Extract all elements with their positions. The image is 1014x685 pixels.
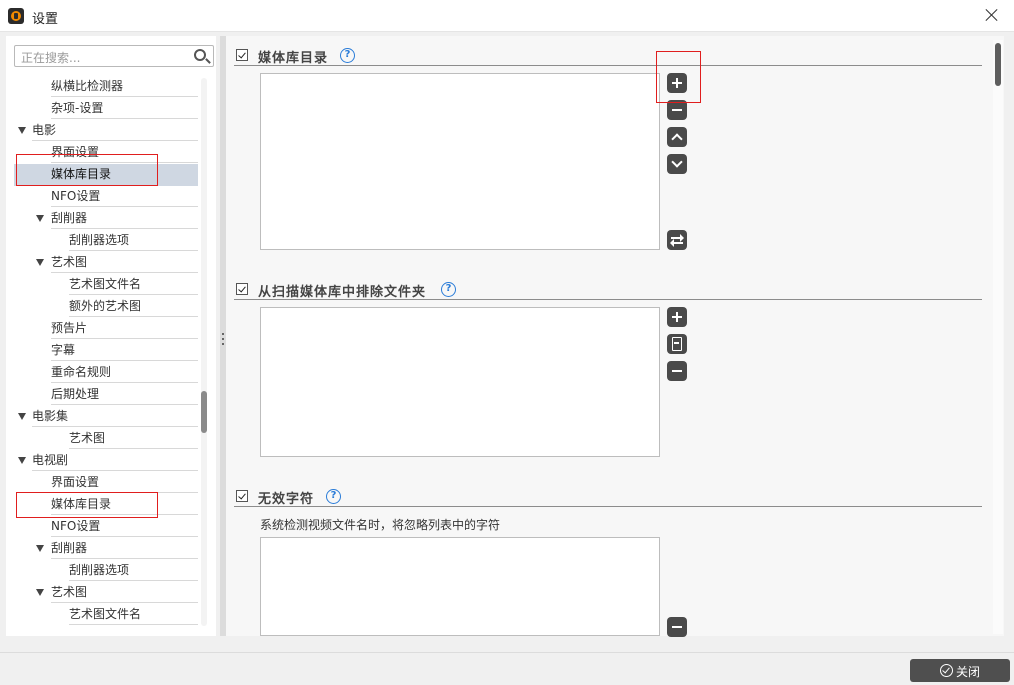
title-bar: 设置 — [0, 0, 1014, 32]
tree-item[interactable]: 界面设置 — [51, 472, 198, 494]
remove-button[interactable] — [667, 361, 687, 381]
tree-item[interactable]: 额外的艺术图 — [69, 296, 198, 318]
media-dirs-list[interactable] — [260, 73, 660, 250]
tree-item[interactable]: NFO设置 — [51, 186, 198, 208]
section-bad-words-header: 无效字符 ? — [234, 487, 982, 507]
tree-item-tv-show[interactable]: 电视剧 — [32, 450, 198, 472]
tree-item[interactable]: 艺术图 — [51, 252, 198, 274]
expand-triangle-icon[interactable] — [36, 589, 44, 596]
app-logo-icon — [8, 8, 24, 24]
search-input[interactable]: 正在搜索... — [14, 45, 214, 67]
exchange-button[interactable] — [667, 230, 687, 250]
collapse-checkbox[interactable] — [236, 49, 248, 61]
tree-item-movie[interactable]: 电影 — [32, 120, 198, 142]
move-down-button[interactable] — [667, 154, 687, 174]
help-icon[interactable]: ? — [441, 282, 456, 297]
tree-item[interactable]: 字幕 — [51, 340, 198, 362]
expand-triangle-icon[interactable] — [36, 545, 44, 552]
bad-words-description: 系统检测视频文件名时，将忽略列表中的字符 — [260, 518, 501, 532]
exclude-folders-list[interactable] — [260, 307, 660, 457]
settings-tree: 纵横比检测器 杂项-设置 电影 界面设置 媒体库目录 NFO设置 刮削器 刮削器… — [14, 76, 198, 628]
bad-words-list[interactable] — [260, 537, 660, 636]
expand-triangle-icon[interactable] — [36, 215, 44, 222]
tree-item[interactable]: 预告片 — [51, 318, 198, 340]
tree-item[interactable]: 刮削器选项 — [69, 230, 198, 252]
splitter-grip-dot — [222, 338, 224, 340]
tree-item-tv-media-dirs[interactable]: 媒体库目录 — [51, 494, 198, 516]
collapse-checkbox[interactable] — [236, 490, 248, 502]
remove-button[interactable] — [667, 617, 687, 637]
tree-item[interactable]: 刮削器 — [51, 538, 198, 560]
tree-item[interactable]: 后期处理 — [51, 384, 198, 406]
window-title: 设置 — [32, 12, 59, 27]
collapse-checkbox[interactable] — [236, 283, 248, 295]
remove-button[interactable] — [667, 100, 687, 120]
tree-item-movie-set[interactable]: 电影集 — [32, 406, 198, 428]
help-icon[interactable]: ? — [326, 489, 341, 504]
add-file-button[interactable] — [667, 334, 687, 354]
tree-item[interactable]: 杂项-设置 — [51, 98, 198, 120]
expand-triangle-icon[interactable] — [36, 259, 44, 266]
move-up-button[interactable] — [667, 127, 687, 147]
add-button[interactable] — [667, 73, 687, 93]
expand-triangle-icon[interactable] — [18, 457, 26, 464]
close-icon[interactable] — [984, 7, 1000, 23]
check-circle-icon — [940, 664, 953, 677]
tree-item[interactable]: 艺术图 — [51, 582, 198, 604]
section-media-dirs-header: 媒体库目录 ? — [234, 46, 982, 66]
tree-item[interactable]: 刮削器选项 — [69, 560, 198, 582]
tree-item-movie-media-dirs[interactable]: 媒体库目录 — [14, 164, 198, 186]
tree-item[interactable]: 艺术图文件名 — [69, 604, 198, 626]
sidebar-scrollbar[interactable] — [201, 78, 207, 626]
content-scrollbar[interactable] — [993, 40, 1003, 634]
settings-content: 媒体库目录 ? 从扫描媒体库中排除文件夹 ? 无效字符 ? 系统检测视频文件名时… — [226, 36, 1004, 637]
tree-item[interactable]: 刮削器 — [51, 208, 198, 230]
add-button[interactable] — [667, 307, 687, 327]
close-button[interactable]: 关闭 — [910, 659, 1010, 682]
section-title: 从扫描媒体库中排除文件夹 — [258, 285, 427, 300]
tree-item[interactable]: 艺术图文件名 — [69, 274, 198, 296]
tree-item[interactable]: 重命名规则 — [51, 362, 198, 384]
tree-item[interactable]: 纵横比检测器 — [51, 76, 198, 98]
expand-triangle-icon[interactable] — [18, 127, 26, 134]
tree-item[interactable]: 艺术图 — [69, 428, 198, 450]
search-icon[interactable] — [194, 49, 206, 61]
search-placeholder: 正在搜索... — [21, 51, 81, 65]
sidebar-scroll-thumb[interactable] — [201, 391, 207, 433]
section-exclude-header: 从扫描媒体库中排除文件夹 ? — [234, 280, 982, 300]
section-title: 媒体库目录 — [258, 51, 329, 66]
settings-sidebar: 正在搜索... 纵横比检测器 杂项-设置 电影 界面设置 媒体库目录 NFO设置… — [6, 36, 216, 636]
tree-item[interactable]: NFO设置 — [51, 516, 198, 538]
help-icon[interactable]: ? — [340, 48, 355, 63]
splitter-grip-dot — [222, 333, 224, 335]
close-button-label: 关闭 — [956, 665, 981, 679]
section-title: 无效字符 — [258, 492, 315, 507]
dialog-footer: 关闭 — [0, 652, 1014, 685]
content-scroll-thumb[interactable] — [995, 43, 1001, 86]
tree-item[interactable]: 界面设置 — [51, 142, 198, 164]
splitter-grip-dot — [222, 343, 224, 345]
expand-triangle-icon[interactable] — [18, 413, 26, 420]
